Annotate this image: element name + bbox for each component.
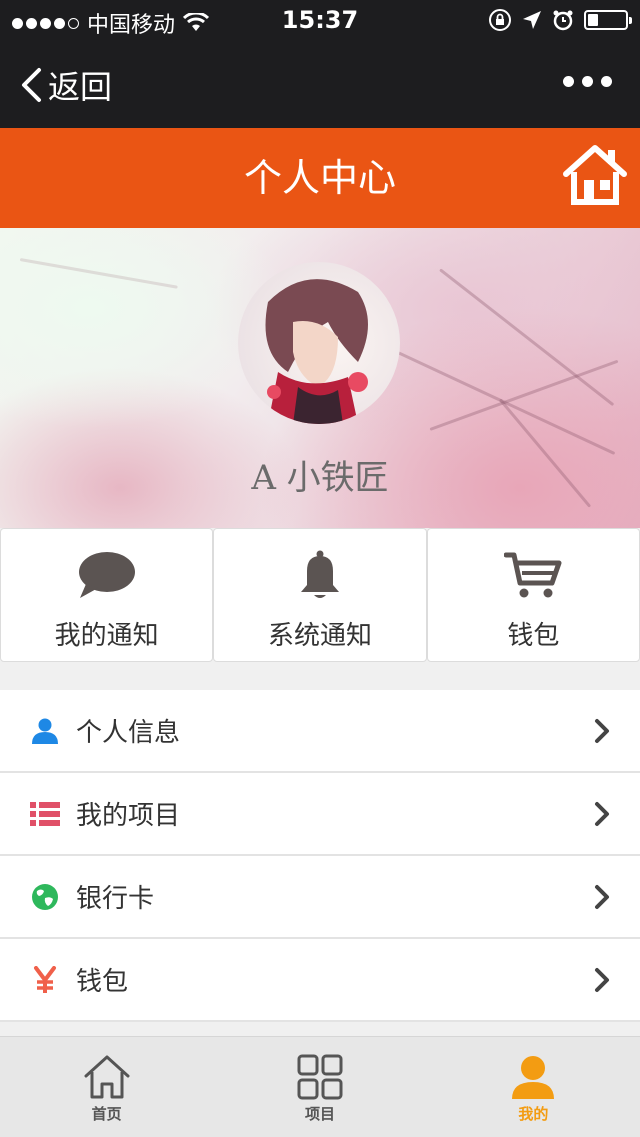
orientation-lock-icon [489,9,511,31]
more-options-button[interactable] [563,76,612,87]
menu-item-my-projects[interactable]: 我的项目 [0,773,640,856]
menu-item-profile-info[interactable]: 个人信息 [0,690,640,773]
menu-list: 个人信息 我的项目 银行卡 钱包 [0,690,640,1022]
chevron-right-icon [595,968,609,992]
avatar[interactable] [238,262,400,424]
list-icon [30,801,60,826]
quick-action-system-notifications[interactable]: 系统通知 [213,528,427,662]
bell-icon [300,550,339,598]
back-button[interactable]: 返回 [20,62,112,108]
tab-mine[interactable]: 我的 [427,1037,640,1137]
menu-item-label: 我的项目 [76,801,181,831]
chevron-left-icon [22,68,41,102]
status-bar: 中国移动 15:37 [0,0,640,40]
yen-icon [34,965,56,993]
quick-action-my-notifications[interactable]: 我的通知 [0,528,214,662]
globe-icon [32,883,58,910]
tab-bar: 首页 项目 我的 [0,1036,640,1137]
quick-action-wallet[interactable]: 钱包 [426,528,640,662]
battery-icon [584,10,632,30]
person-icon [512,1056,555,1099]
nav-bar: 返回 [0,40,640,128]
username: A 小铁匠 [251,458,389,498]
chat-bubble-icon [78,552,135,598]
menu-item-label: 银行卡 [76,884,155,914]
quick-actions: 我的通知 系统通知 钱包 [0,528,640,662]
location-arrow-icon [523,11,541,29]
cart-icon [504,552,562,598]
menu-item-bank-card[interactable]: 银行卡 [0,856,640,939]
avatar-illustration [238,262,400,424]
alarm-icon [553,10,573,31]
chevron-right-icon [595,802,609,826]
menu-item-wallet[interactable]: 钱包 [0,939,640,1022]
menu-item-label: 钱包 [76,967,129,997]
quick-action-label: 钱包 [507,621,560,651]
quick-action-label: 系统通知 [267,621,372,651]
tab-label: 我的 [518,1105,549,1123]
page-title: 个人中心 [243,156,396,200]
menu-item-label: 个人信息 [76,718,181,748]
home-icon[interactable] [562,142,628,208]
tab-label: 首页 [91,1105,122,1123]
page-header: 个人中心 [0,128,640,228]
tab-home[interactable]: 首页 [0,1037,213,1137]
chevron-right-icon [595,719,609,743]
tab-label: 项目 [304,1105,335,1123]
user-icon [32,718,58,744]
tab-projects[interactable]: 项目 [213,1037,426,1137]
status-right [488,8,632,32]
back-label: 返回 [48,68,113,106]
quick-action-label: 我的通知 [54,621,159,651]
home-outline-icon [84,1055,130,1099]
chevron-right-icon [595,885,609,909]
grid-icon [297,1054,343,1100]
